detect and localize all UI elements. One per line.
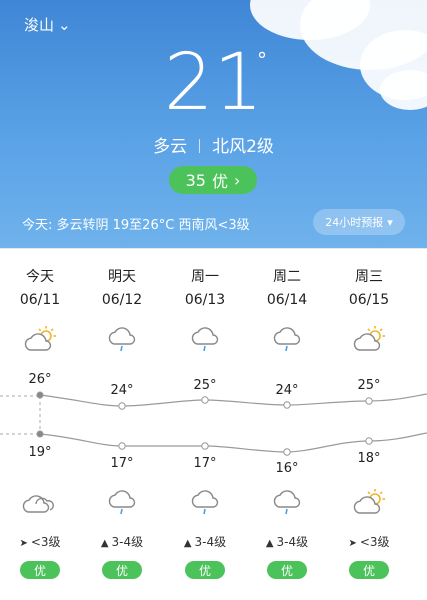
wind-direction-icon: ▲ [100, 538, 109, 549]
low-temp-point [201, 442, 209, 450]
chevron-right-icon: › [233, 170, 241, 190]
wind-level: ▲ 3-4级 [164, 533, 246, 550]
today-summary: 今天: 多云转阴 19至26°C 西南风<3级 [22, 218, 250, 233]
current-temperature: 21 [163, 38, 264, 128]
location-selector[interactable]: 浚山 ⌄ [24, 14, 71, 35]
light-rain-icon [187, 325, 223, 353]
weather-hero: 浚山 ⌄ 21 ° 多云 北风2级 35 优 › 今天: 多云转阴 19至26°C… [0, 0, 427, 248]
high-temp-point [118, 402, 126, 410]
wind-direction-icon: ▲ [183, 538, 192, 549]
high-temp-point [36, 391, 44, 399]
wind-direction-icon: ➤ [348, 538, 357, 549]
chevron-down-icon: ⌄ [58, 15, 71, 34]
day-name[interactable]: 今天 [0, 266, 81, 286]
light-rain-icon [104, 488, 140, 516]
wind-level-text: <3级 [30, 535, 61, 549]
caret-down-icon: ▾ [387, 215, 393, 229]
day-date[interactable]: 06/15 [328, 292, 410, 308]
location-name: 浚山 [24, 16, 55, 34]
forecast-24h-label: 24小时预报 [325, 216, 384, 229]
high-temp: 24° [275, 383, 299, 398]
wind-level: ▲ 3-4级 [81, 533, 163, 550]
degree-symbol: ° [257, 48, 267, 72]
day-name[interactable]: 周一 [164, 266, 246, 286]
low-temp: 17° [193, 456, 217, 471]
low-temp: 17° [110, 456, 134, 471]
low-temp-point [365, 437, 373, 445]
wind-direction-icon: ▲ [265, 538, 274, 549]
cloudy-icon [22, 488, 58, 516]
air-quality-badge[interactable]: 优 [185, 561, 225, 579]
wind-text: 北风2级 [212, 137, 274, 157]
wind-level: ▲ 3-4级 [246, 533, 328, 550]
low-temp-point [36, 430, 44, 438]
high-temp-point [283, 401, 291, 409]
wind-level: ➤ <3级 [0, 533, 81, 550]
wind-level-text: <3级 [359, 535, 390, 549]
day-name[interactable]: 周二 [246, 266, 328, 286]
light-rain-icon [269, 325, 305, 353]
divider [0, 248, 427, 249]
aqi-label: 优 [211, 172, 228, 191]
light-rain-icon [104, 325, 140, 353]
air-quality-badge[interactable]: 优 [102, 561, 142, 579]
forecast-24h-button[interactable]: 24小时预报 ▾ [313, 209, 405, 235]
condition-text: 多云 [153, 137, 188, 157]
low-temp-point [283, 448, 291, 456]
day-date[interactable]: 06/14 [246, 292, 328, 308]
high-temp-point [201, 396, 209, 404]
wind-level: ➤ <3级 [328, 533, 410, 550]
day-name[interactable]: 明天 [81, 266, 163, 286]
partly-cloudy-sun-icon [22, 325, 58, 353]
aqi-badge[interactable]: 35 优 › [169, 166, 257, 194]
partly-cloudy-sun-icon [351, 325, 387, 353]
low-temp-point [118, 442, 126, 450]
partly-cloudy-sun-icon [351, 488, 387, 516]
high-temp: 24° [110, 383, 134, 398]
wind-level-text: 3-4级 [194, 535, 227, 549]
day-date[interactable]: 06/13 [164, 292, 246, 308]
low-temp: 18° [357, 451, 381, 466]
low-temp: 19° [28, 445, 52, 460]
current-condition: 多云 北风2级 [0, 132, 427, 157]
light-rain-icon [187, 488, 223, 516]
aqi-value: 35 [185, 170, 206, 190]
air-quality-badge[interactable]: 优 [267, 561, 307, 579]
high-temp: 25° [357, 378, 381, 393]
wind-direction-icon: ➤ [19, 538, 28, 549]
day-date[interactable]: 06/12 [81, 292, 163, 308]
day-date[interactable]: 06/11 [0, 292, 81, 308]
low-temp: 16° [275, 461, 299, 476]
wind-level-text: 3-4级 [276, 535, 309, 549]
light-rain-icon [269, 488, 305, 516]
high-temp: 25° [193, 378, 217, 393]
air-quality-badge[interactable]: 优 [349, 561, 389, 579]
day-name[interactable]: 周三 [328, 266, 410, 286]
high-temp-point [365, 397, 373, 405]
air-quality-badge[interactable]: 优 [20, 561, 60, 579]
wind-level-text: 3-4级 [111, 535, 144, 549]
high-temp: 26° [28, 372, 52, 387]
